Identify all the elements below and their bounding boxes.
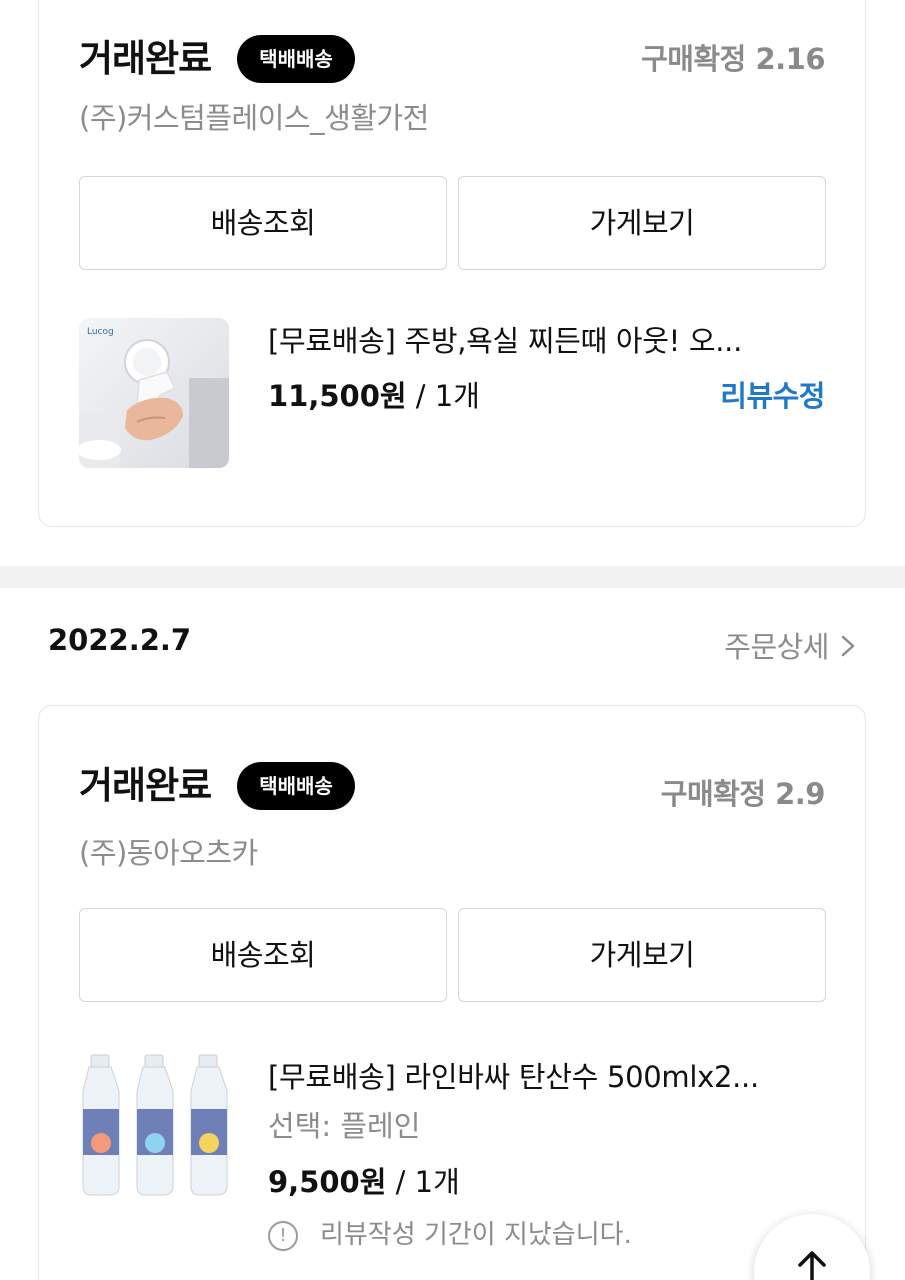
product-name[interactable]: [무료배송] 라인바싸 탄산수 500mlx2...	[268, 1054, 759, 1096]
price-amount: 11,500원	[268, 379, 407, 413]
bottle	[136, 1054, 174, 1196]
bottle	[190, 1054, 228, 1196]
brush-product-image: Lucog	[79, 318, 229, 468]
purchase-confirm-date: 구매확정 2.9	[660, 777, 826, 811]
order-detail-link[interactable]: 주문상세	[724, 624, 855, 666]
price-amount: 9,500원	[268, 1165, 387, 1199]
order-card: 거래완료 택배배송 구매확정 2.9 (주)동아오츠카 배송조회 가게보기 [무…	[38, 705, 866, 1280]
track-delivery-button[interactable]: 배송조회	[79, 908, 447, 1002]
section-divider	[0, 566, 905, 588]
review-notice: ! 리뷰작성 기간이 지났습니다.	[268, 1214, 632, 1251]
delivery-type-badge: 택배배송	[237, 35, 355, 83]
brand-logo: Lucog	[87, 327, 114, 337]
quantity: / 1개	[406, 379, 480, 413]
bottle	[82, 1054, 120, 1196]
sparkling-water-product-image	[79, 1051, 229, 1201]
order-status: 거래완료	[79, 37, 212, 80]
review-notice-text: 리뷰작성 기간이 지났습니다.	[320, 1220, 632, 1250]
product-price: 9,500원 / 1개	[268, 1159, 460, 1201]
info-icon: !	[268, 1220, 298, 1251]
order-status-row: 거래완료 택배배송 구매확정 2.9	[79, 761, 826, 811]
product-thumbnail[interactable]	[79, 1051, 229, 1201]
view-store-button[interactable]: 가게보기	[458, 908, 826, 1002]
edit-review-link[interactable]: 리뷰수정	[720, 373, 825, 415]
quantity: / 1개	[386, 1165, 460, 1199]
product-name[interactable]: [무료배송] 주방,욕실 찌든때 아웃! 오...	[268, 318, 742, 360]
order-status: 거래완료	[79, 764, 212, 807]
order-detail-label: 주문상세	[724, 630, 829, 664]
product-option: 선택: 플레인	[268, 1109, 421, 1143]
view-store-button[interactable]: 가게보기	[458, 176, 826, 270]
order-status-row: 거래완료 택배배송 구매확정 2.16	[79, 34, 825, 84]
order-history-page: 거래완료 택배배송 구매확정 2.16 (주)커스텀플레이스_생활가전 배송조회…	[0, 0, 905, 1280]
purchase-confirm-date: 구매확정 2.16	[641, 42, 825, 76]
order-card: 거래완료 택배배송 구매확정 2.16 (주)커스텀플레이스_생활가전 배송조회…	[38, 0, 866, 527]
delivery-type-badge: 택배배송	[237, 762, 355, 810]
chevron-right-icon	[841, 634, 855, 664]
product-price: 11,500원 / 1개	[268, 373, 480, 415]
seller-name: (주)동아오츠카	[79, 836, 258, 870]
arrow-up-icon	[794, 1251, 830, 1280]
seller-name: (주)커스텀플레이스_생활가전	[79, 101, 429, 135]
track-delivery-button[interactable]: 배송조회	[79, 176, 447, 270]
product-thumbnail[interactable]: Lucog	[79, 318, 229, 468]
order-date: 2022.2.7	[48, 623, 192, 657]
